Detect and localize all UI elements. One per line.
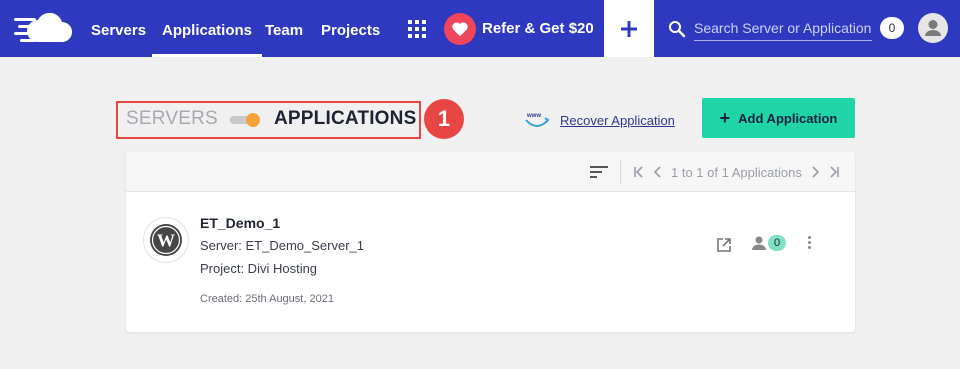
nav-servers[interactable]: Servers: [91, 0, 146, 57]
prev-page-icon[interactable]: [653, 166, 663, 178]
plus-icon: [621, 20, 637, 37]
add-application-button[interactable]: + Add Application: [702, 98, 855, 138]
create-new-button[interactable]: [604, 0, 654, 57]
refer-label: Refer & Get $20: [482, 20, 594, 37]
search-icon: [669, 21, 686, 38]
team-members[interactable]: 0: [752, 235, 786, 251]
nav-team[interactable]: Team: [265, 0, 303, 57]
application-server: Server: ET_Demo_Server_1: [200, 238, 365, 253]
wordpress-icon: W: [143, 217, 189, 263]
pagination-text: 1 to 1 of 1 Applications: [671, 164, 802, 180]
next-page-icon[interactable]: [810, 166, 820, 178]
heart-icon: [444, 12, 476, 45]
application-created-date: Created: 25th August, 2021: [200, 293, 334, 305]
plus-icon: +: [719, 108, 731, 128]
servers-applications-switch[interactable]: [230, 113, 260, 127]
card-toolbar: 1 to 1 of 1 Applications: [126, 152, 855, 192]
toggle-servers-label[interactable]: SERVERS: [126, 108, 218, 130]
application-row[interactable]: W ET_Demo_1 Server: ET_Demo_Server_1 Pro…: [126, 193, 855, 332]
nav-applications[interactable]: Applications: [151, 0, 263, 57]
top-navigation-bar: Servers Applications Team Projects Refer…: [0, 0, 960, 57]
www-icon: www: [525, 113, 550, 127]
user-avatar-icon[interactable]: [918, 13, 948, 43]
sort-icon[interactable]: [590, 165, 608, 179]
refer-button[interactable]: Refer & Get $20: [444, 12, 594, 45]
pagination: 1 to 1 of 1 Applications: [620, 152, 844, 192]
first-page-icon[interactable]: [633, 166, 645, 178]
last-page-icon[interactable]: [828, 166, 840, 178]
applications-card: 1 to 1 of 1 Applications W ET_Demo_1 Ser…: [126, 152, 855, 332]
member-count-badge: 0: [768, 235, 786, 251]
step-number-badge: 1: [424, 99, 464, 139]
external-link-icon[interactable]: [716, 237, 732, 253]
search-box: [668, 15, 874, 43]
apps-grid-icon[interactable]: [408, 20, 426, 38]
cloud-logo-icon[interactable]: [14, 12, 74, 46]
search-input[interactable]: [694, 15, 872, 41]
application-name[interactable]: ET_Demo_1: [200, 215, 280, 231]
toggle-applications-label[interactable]: APPLICATIONS: [274, 108, 416, 130]
svg-text:W: W: [157, 231, 175, 251]
application-project: Project: Divi Hosting: [200, 261, 318, 276]
more-vert-icon[interactable]: [808, 236, 811, 249]
notification-count-badge[interactable]: 0: [880, 17, 904, 39]
add-application-label: Add Application: [738, 110, 838, 126]
recover-application-link[interactable]: www Recover Application: [524, 110, 675, 130]
nav-projects[interactable]: Projects: [321, 0, 380, 57]
recover-application-label: Recover Application: [560, 112, 675, 128]
members-icon: [752, 236, 766, 250]
svg-text:www: www: [526, 113, 541, 119]
